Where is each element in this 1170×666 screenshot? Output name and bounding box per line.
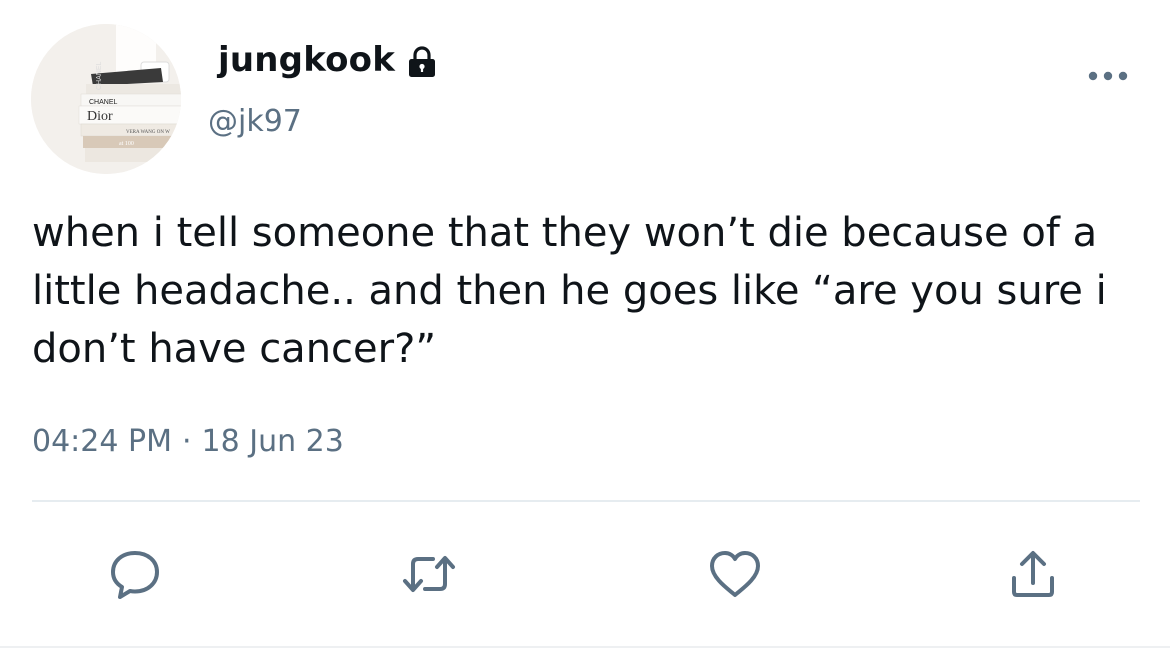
- reply-button[interactable]: [106, 545, 164, 603]
- avatar-image: CHANEL Dior VERA WANG ON W at 100 CHANEL: [31, 24, 181, 174]
- heart-icon: [710, 551, 760, 597]
- speech-bubble-icon: [111, 551, 159, 599]
- share-upload-icon: [1012, 551, 1054, 597]
- divider: [32, 500, 1140, 502]
- avatar-book-title: Dior: [87, 109, 113, 124]
- avatar-book-bottom: at 100: [119, 141, 134, 147]
- timestamp[interactable]: 04:24 PM · 18 Jun 23: [32, 424, 344, 459]
- avatar-book-label: CHANEL: [89, 99, 118, 106]
- lock-icon: [409, 46, 436, 77]
- handle[interactable]: @jk97: [208, 104, 302, 139]
- more-options-icon[interactable]: [1086, 68, 1130, 84]
- avatar-book-spine: VERA WANG ON W: [126, 130, 170, 135]
- share-button[interactable]: [1004, 545, 1062, 603]
- like-button[interactable]: [706, 545, 764, 603]
- tweet-text: when i tell someone that they won’t die …: [32, 210, 1107, 372]
- avatar-spine-text: CHANEL: [96, 61, 103, 90]
- tweet-time: 04:24 PM: [32, 424, 172, 459]
- retweet-button[interactable]: [400, 545, 458, 603]
- avatar[interactable]: CHANEL Dior VERA WANG ON W at 100 CHANEL: [31, 24, 181, 174]
- bottom-divider: [0, 646, 1170, 648]
- tweet-date: 18 Jun 23: [201, 424, 344, 459]
- retweet-arrows-icon: [403, 556, 455, 592]
- display-name[interactable]: jungkook: [218, 40, 395, 80]
- display-name-row: jungkook: [218, 40, 439, 80]
- timestamp-separator: ·: [181, 424, 192, 459]
